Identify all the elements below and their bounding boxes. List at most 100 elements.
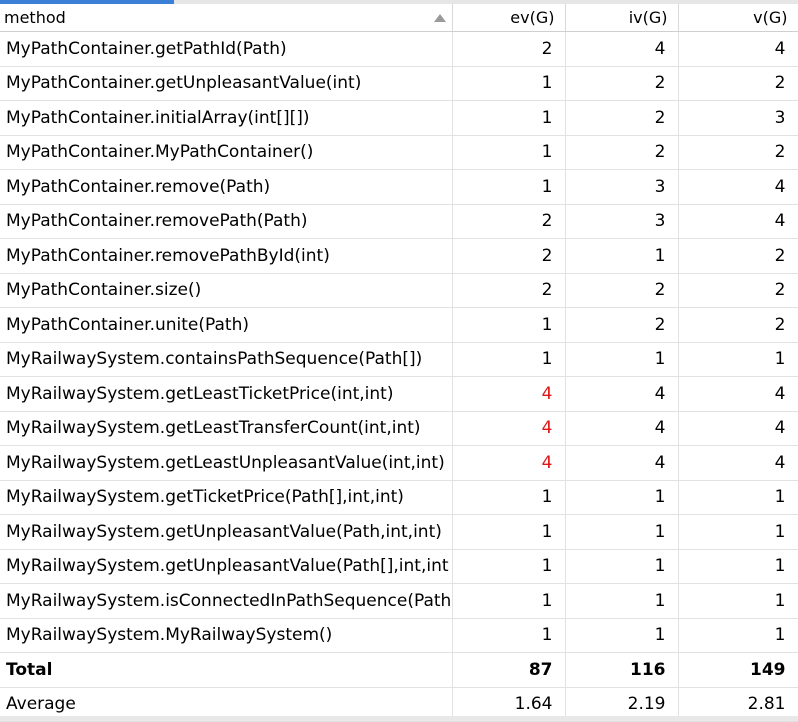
v-cell: 1 [678,342,798,377]
iv-cell: 1 [565,342,679,377]
v-cell: 2 [678,66,798,101]
ev-cell: 1 [452,66,566,101]
metrics-table: method ev(G) iv(G) v(G) MyPathContainer.… [0,4,798,722]
v-cell: 1 [678,514,798,550]
total-iv: 116 [565,652,679,688]
column-header-iv[interactable]: iv(G) [565,4,679,32]
method-cell: MyPathContainer.getPathId(Path) [0,31,453,67]
v-cell: 1 [678,618,798,653]
iv-cell: 2 [565,273,679,308]
iv-cell: 2 [565,66,679,101]
method-cell: MyRailwaySystem.getLeastTransferCount(in… [0,411,453,446]
v-cell: 2 [678,273,798,308]
method-cell: MyRailwaySystem.getUnpleasantValue(Path,… [0,514,453,550]
v-cell: 3 [678,100,798,136]
method-cell: MyRailwaySystem.getTicketPrice(Path[],in… [0,480,453,515]
ev-cell: 1 [452,135,566,170]
column-header-v[interactable]: v(G) [678,4,798,32]
iv-cell: 3 [565,169,679,205]
table-row[interactable]: MyRailwaySystem.getLeastUnpleasantValue(… [0,445,798,481]
table-row[interactable]: MyRailwaySystem.getLeastTransferCount(in… [0,411,798,446]
v-cell: 2 [678,135,798,170]
v-cell: 4 [678,411,798,446]
iv-cell: 1 [565,514,679,550]
total-ev: 87 [452,652,566,688]
iv-cell: 2 [565,135,679,170]
iv-cell: 4 [565,411,679,446]
table-row[interactable]: MyRailwaySystem.isConnectedInPathSequenc… [0,583,798,619]
method-cell: MyPathContainer.initialArray(int[][]) [0,100,453,136]
table-row[interactable]: MyPathContainer.getUnpleasantValue(int) 1… [0,66,798,101]
method-cell: MyPathContainer.removePathById(int) [0,238,453,274]
total-row: Total 87 116 149 [0,652,798,688]
method-cell: MyRailwaySystem.containsPathSequence(Pat… [0,342,453,377]
table-row[interactable]: MyPathContainer.initialArray(int[][]) 1 2 3 [0,100,798,136]
table-row[interactable]: MyPathContainer.removePathById(int) 2 1 2 [0,238,798,274]
method-cell: MyRailwaySystem.isConnectedInPathSequenc… [0,583,453,619]
method-cell: MyPathContainer.removePath(Path) [0,204,453,239]
table-row[interactable]: MyPathContainer.MyPathContainer() 1 2 2 [0,135,798,170]
iv-cell: 4 [565,376,679,412]
iv-cell: 2 [565,100,679,136]
ev-cell: 4 [452,376,566,412]
table-row[interactable]: MyPathContainer.unite(Path) 1 2 2 [0,307,798,343]
iv-cell: 4 [565,31,679,67]
method-cell: MyPathContainer.MyPathContainer() [0,135,453,170]
horizontal-scrollbar[interactable] [0,716,798,721]
ev-cell: 2 [452,31,566,67]
v-cell: 1 [678,480,798,515]
method-cell: MyRailwaySystem.getLeastUnpleasantValue(… [0,445,453,481]
method-cell: MyPathContainer.size() [0,273,453,308]
v-cell: 4 [678,445,798,481]
table-row[interactable]: MyPathContainer.remove(Path) 1 3 4 [0,169,798,205]
ev-cell: 1 [452,514,566,550]
ev-cell: 1 [452,169,566,205]
table-row[interactable]: MyRailwaySystem.getLeastTicketPrice(int,… [0,376,798,412]
ev-cell: 1 [452,618,566,653]
ev-cell: 1 [452,583,566,619]
table-row[interactable]: MyRailwaySystem.MyRailwaySystem() 1 1 1 [0,618,798,653]
column-header-method[interactable]: method [0,4,453,32]
sort-ascending-icon[interactable] [433,14,446,22]
v-cell: 2 [678,307,798,343]
v-cell: 2 [678,238,798,274]
ev-cell: 1 [452,307,566,343]
iv-cell: 3 [565,204,679,239]
total-v: 149 [678,652,798,688]
method-cell: MyPathContainer.remove(Path) [0,169,453,205]
iv-cell: 2 [565,307,679,343]
ev-cell: 2 [452,238,566,274]
table-row[interactable]: MyRailwaySystem.containsPathSequence(Pat… [0,342,798,377]
ev-cell: 1 [452,480,566,515]
ev-cell: 2 [452,273,566,308]
method-cell: MyRailwaySystem.MyRailwaySystem() [0,618,453,653]
method-cell: MyPathContainer.unite(Path) [0,307,453,343]
v-cell: 4 [678,204,798,239]
column-header-ev[interactable]: ev(G) [452,4,566,32]
v-cell: 1 [678,549,798,584]
ev-cell: 1 [452,549,566,584]
header-row: method ev(G) iv(G) v(G) [0,4,798,32]
iv-cell: 4 [565,445,679,481]
column-header-method-label: method [4,8,66,27]
iv-cell: 1 [565,549,679,584]
total-label: Total [0,652,453,688]
ev-cell: 4 [452,411,566,446]
ev-cell: 4 [452,445,566,481]
v-cell: 4 [678,31,798,67]
method-cell: MyRailwaySystem.getUnpleasantValue(Path[… [0,549,453,584]
table-row[interactable]: MyRailwaySystem.getUnpleasantValue(Path[… [0,549,798,584]
table-row[interactable]: MyRailwaySystem.getUnpleasantValue(Path,… [0,514,798,550]
v-cell: 1 [678,583,798,619]
v-cell: 4 [678,376,798,412]
iv-cell: 1 [565,480,679,515]
table-row[interactable]: MyPathContainer.size() 2 2 2 [0,273,798,308]
ev-cell: 1 [452,100,566,136]
method-cell: MyRailwaySystem.getLeastTicketPrice(int,… [0,376,453,412]
table-row[interactable]: MyPathContainer.getPathId(Path) 2 4 4 [0,31,798,67]
table-row[interactable]: MyRailwaySystem.getTicketPrice(Path[],in… [0,480,798,515]
iv-cell: 1 [565,238,679,274]
table-row[interactable]: MyPathContainer.removePath(Path) 2 3 4 [0,204,798,239]
method-cell: MyPathContainer.getUnpleasantValue(int) [0,66,453,101]
iv-cell: 1 [565,583,679,619]
